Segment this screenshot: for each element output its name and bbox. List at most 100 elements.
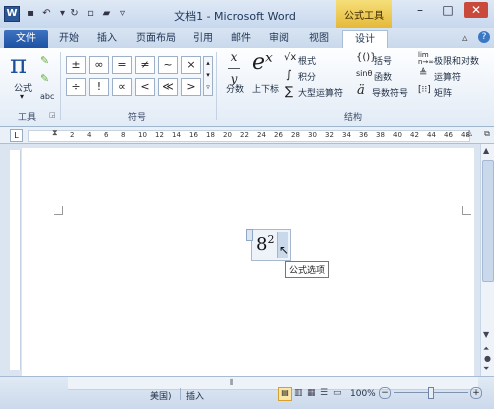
ruler-tick-label: 34 xyxy=(342,131,351,139)
professional-format-icon[interactable]: ✎ xyxy=(40,54,49,67)
radical-button[interactable]: 根式 xyxy=(298,54,316,67)
new-doc-icon[interactable]: ▫ xyxy=(84,7,97,20)
matrix-button[interactable]: 矩阵 xyxy=(434,86,452,99)
matrix-icon: [⁝⁝] xyxy=(418,85,431,95)
symbol-plus-minus[interactable]: ± xyxy=(66,56,86,74)
ruler-strip xyxy=(28,130,470,142)
function-icon: sinθ xyxy=(356,69,373,78)
symbol-tilde[interactable]: ~ xyxy=(158,56,178,74)
ruler-tick-label: 26 xyxy=(274,131,283,139)
scroll-up-icon[interactable]: ▲ xyxy=(483,146,489,155)
indent-marker-icon[interactable]: ⧗ xyxy=(52,128,58,138)
ruler-tick-label: 14 xyxy=(172,131,181,139)
tab-file[interactable]: 文件 xyxy=(4,30,48,48)
equation[interactable]: 82 xyxy=(256,233,274,255)
previous-page-icon[interactable]: ⏶ xyxy=(483,344,489,354)
document-page[interactable] xyxy=(22,148,474,376)
ribbon: π 公式 ▾ ✎ ✎ abc 工具 ◲ ± ∞ = ≠ ~ × ÷ ! ∝ < … xyxy=(0,48,494,127)
ruler-tick-label: 48 xyxy=(461,131,470,139)
symbols-group-label: 符号 xyxy=(128,113,147,123)
ruler-tick-label: 8 xyxy=(121,131,126,139)
zoom-out-icon[interactable]: − xyxy=(379,387,391,399)
customize-qat-icon[interactable]: ▿ xyxy=(116,7,129,20)
mouse-cursor-icon: ↖ xyxy=(279,243,290,257)
radical-icon: √x xyxy=(284,52,297,63)
insert-mode-indicator[interactable]: 插入 xyxy=(186,389,204,402)
accent-icon: ä xyxy=(357,83,365,98)
zoom-level[interactable]: 100% xyxy=(350,389,376,399)
hscroll-grip-icon[interactable]: ⦀ xyxy=(230,378,234,388)
close-icon[interactable]: ✕ xyxy=(464,2,488,18)
crop-mark xyxy=(462,206,471,215)
symbol-less-than[interactable]: < xyxy=(135,78,155,96)
help-icon[interactable]: ? xyxy=(478,31,490,43)
tab-design[interactable]: 设计 xyxy=(342,30,388,49)
next-page-icon[interactable]: ⏷ xyxy=(483,364,489,374)
bracket-button[interactable]: 括号 xyxy=(374,54,392,67)
operator-button[interactable]: 运算符 xyxy=(434,70,461,83)
linear-format-icon[interactable]: ✎ xyxy=(40,72,49,85)
symbol-infinity[interactable]: ∞ xyxy=(89,56,109,74)
scroll-thumb[interactable] xyxy=(482,160,494,282)
scroll-down-icon[interactable]: ▼ xyxy=(483,330,489,339)
symbol-greater-than[interactable]: > xyxy=(181,78,201,96)
operator-icon: ≜ xyxy=(419,68,428,79)
redo-icon[interactable]: ↻ xyxy=(68,7,81,20)
large-operator-button[interactable]: 大型运算符 xyxy=(298,86,343,99)
script-button[interactable]: 上下标 xyxy=(252,82,279,95)
ruler-tick-label: 36 xyxy=(359,131,368,139)
tab-mailings[interactable]: 邮件 xyxy=(226,30,256,48)
ruler-tick-label: 24 xyxy=(257,131,266,139)
integral-icon: ∫ xyxy=(286,68,292,81)
crop-mark xyxy=(54,206,63,215)
browse-object-icon[interactable]: ● xyxy=(484,354,491,363)
accent-button[interactable]: 导数符号 xyxy=(372,86,408,99)
web-layout-icon[interactable]: ▦ xyxy=(307,388,316,398)
outline-view-icon[interactable]: ☰ xyxy=(320,388,328,398)
open-icon[interactable]: ▰ xyxy=(100,7,113,20)
undo-icon[interactable]: ↶ xyxy=(40,7,53,20)
large-operator-icon: ∑ xyxy=(285,84,294,98)
tab-view[interactable]: 视图 xyxy=(304,30,334,48)
language-indicator[interactable]: 美国) xyxy=(150,389,172,402)
formula-dropdown-icon[interactable]: ▾ xyxy=(20,92,24,101)
ruler-tick-label: 40 xyxy=(393,131,402,139)
view-ruler-icon[interactable]: ⧉ xyxy=(482,129,492,140)
save-icon[interactable]: ▪ xyxy=(24,7,37,20)
ruler-tick-label: 20 xyxy=(223,131,232,139)
function-button[interactable]: 函数 xyxy=(374,70,392,83)
maximize-icon[interactable]: □ xyxy=(436,2,460,18)
symbol-divide[interactable]: ÷ xyxy=(66,78,86,96)
symbol-much-less[interactable]: ≪ xyxy=(158,78,178,96)
integral-button[interactable]: 积分 xyxy=(298,70,316,83)
tab-page-layout[interactable]: 页面布局 xyxy=(132,30,180,48)
draft-view-icon[interactable]: ▭ xyxy=(333,388,342,398)
tab-references[interactable]: 引用 xyxy=(188,30,218,48)
symbol-times[interactable]: × xyxy=(181,56,201,74)
symbols-scroll[interactable]: ▴ ▾ ▿ xyxy=(203,56,213,96)
fraction-button[interactable]: 分数 xyxy=(226,82,244,95)
limit-log-button[interactable]: 极限和对数 xyxy=(434,54,479,67)
word-app-icon[interactable]: W xyxy=(4,6,20,22)
horizontal-scrollbar[interactable] xyxy=(68,377,478,390)
dialog-launcher-icon[interactable]: ◲ xyxy=(49,111,56,119)
symbol-equals[interactable]: = xyxy=(112,56,132,74)
ruler-tick-label: 44 xyxy=(427,131,436,139)
equation-exponent: 2 xyxy=(267,233,275,246)
full-screen-reading-icon[interactable]: ▥ xyxy=(294,388,303,398)
normal-text-button[interactable]: abc xyxy=(40,92,54,101)
minimize-ribbon-icon[interactable]: ▵ xyxy=(462,31,468,44)
symbol-proportional[interactable]: ∝ xyxy=(112,78,132,96)
equation-move-handle[interactable] xyxy=(246,229,253,241)
pi-icon: π xyxy=(10,50,28,80)
tab-selector-icon[interactable]: L xyxy=(10,129,23,142)
minimize-icon[interactable]: – xyxy=(408,2,432,18)
zoom-in-icon[interactable]: + xyxy=(470,387,482,399)
tab-review[interactable]: 审阅 xyxy=(264,30,294,48)
tab-home[interactable]: 开始 xyxy=(54,30,84,48)
symbol-not-equal[interactable]: ≠ xyxy=(135,56,155,74)
tab-insert[interactable]: 插入 xyxy=(92,30,122,48)
zoom-slider-thumb[interactable] xyxy=(428,387,434,399)
symbol-factorial[interactable]: ! xyxy=(89,78,109,96)
print-layout-icon[interactable]: ▤ xyxy=(278,387,292,401)
